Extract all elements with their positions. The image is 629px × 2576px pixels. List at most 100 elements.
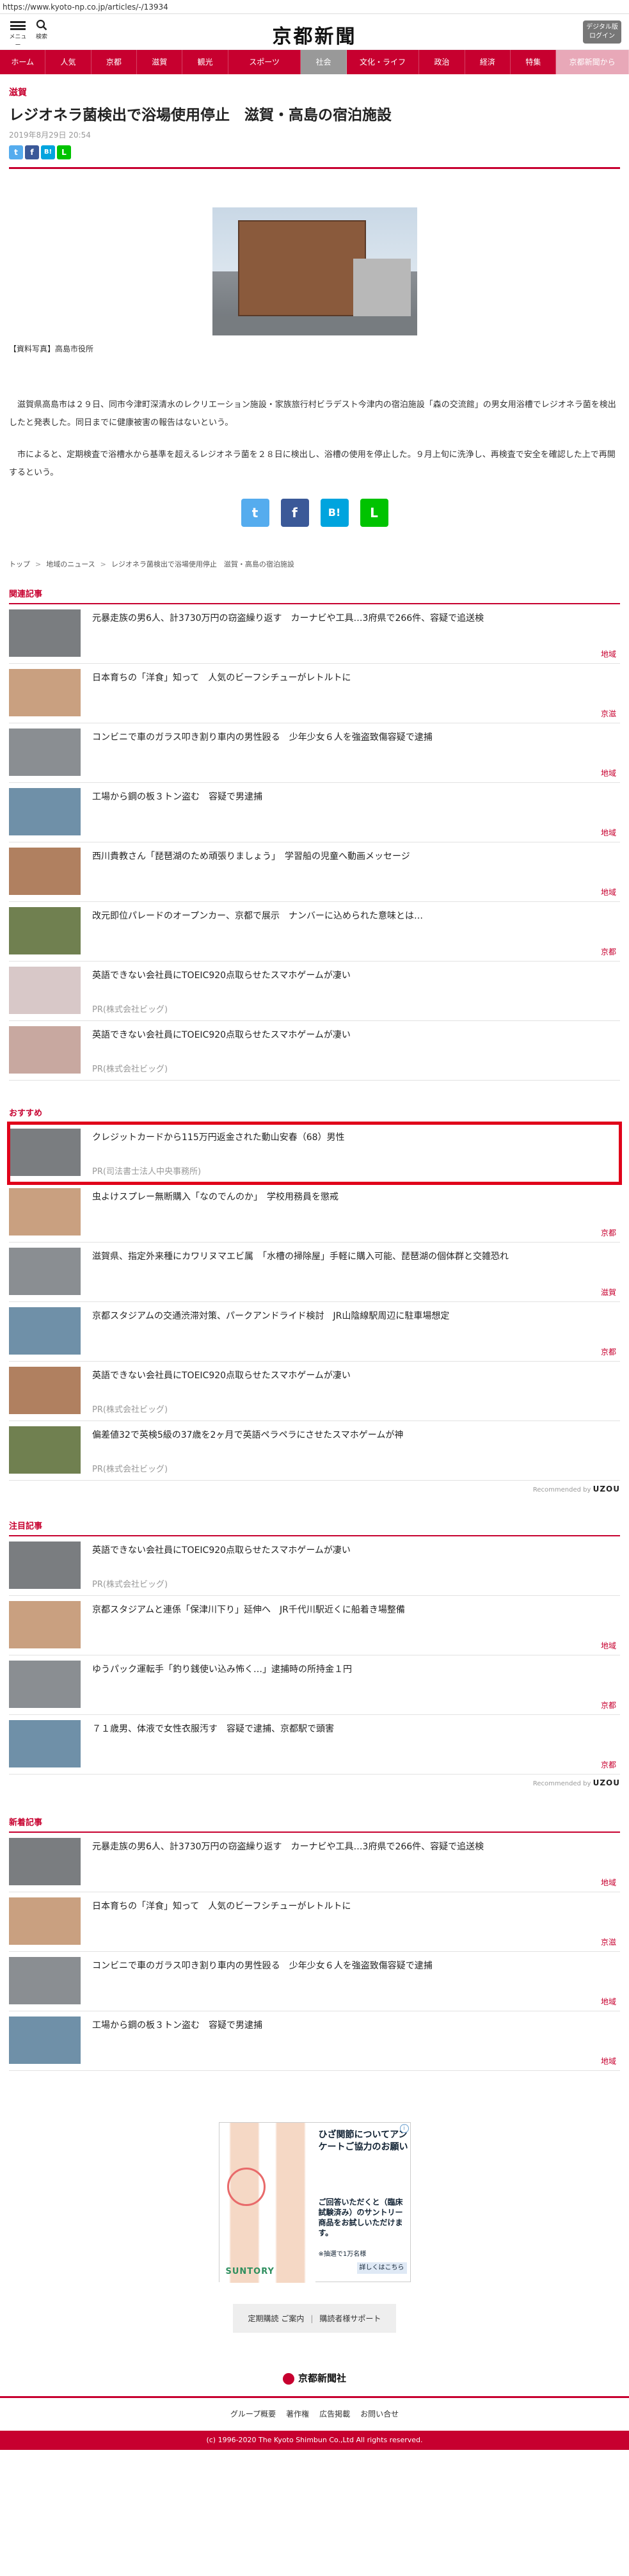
list-item[interactable]: 日本育ちの「洋食」知って 人気のビーフシチューがレトルトに京滋 bbox=[9, 1892, 620, 1952]
item-category[interactable]: 京都 bbox=[601, 1759, 616, 1770]
thumbnail-image[interactable] bbox=[9, 1188, 81, 1236]
recommended-by[interactable]: Recommended by UZOU bbox=[9, 1485, 620, 1493]
recommended-by[interactable]: Recommended by UZOU bbox=[9, 1778, 620, 1787]
item-title[interactable]: 京都スタジアムと連係「保津川下り」延伸へ JR千代川駅近くに船着き場整備 bbox=[92, 1604, 405, 1655]
list-item[interactable]: 工場から鋼の板３トン盗む 容疑で男逮捕地域 bbox=[9, 783, 620, 842]
item-title[interactable]: ７１歳男、体液で女性衣服汚す 容疑で逮捕、京都駅で頭害 bbox=[92, 1723, 334, 1774]
list-item[interactable]: 虫よけスプレー無断購入「なのでんのか」 学校用務員を懲戒京都 bbox=[9, 1183, 620, 1243]
thumbnail-image[interactable] bbox=[9, 1129, 81, 1176]
item-title[interactable]: ゆうパック運転手「釣り銭使い込み怖く…」逮捕時の所持金１円 bbox=[92, 1663, 352, 1714]
nav-home[interactable]: ホーム bbox=[0, 50, 46, 74]
list-item[interactable]: 日本育ちの「洋食」知って 人気のビーフシチューがレトルトに京滋 bbox=[9, 664, 620, 723]
nav-economy[interactable]: 経済 bbox=[465, 50, 511, 74]
thumbnail-image[interactable] bbox=[9, 1720, 81, 1767]
ad-detail-button[interactable]: 詳しくはこちら bbox=[356, 2262, 407, 2274]
nav-kyoto[interactable]: 京都 bbox=[92, 50, 138, 74]
list-item[interactable]: 西川貴教さん「琵琶湖のため頑張りましょう」 学習船の児童へ動画メッセージ地域 bbox=[9, 842, 620, 902]
item-title[interactable]: 虫よけスプレー無断購入「なのでんのか」 学校用務員を懲戒 bbox=[92, 1191, 338, 1242]
thumbnail-image[interactable] bbox=[9, 1307, 81, 1355]
item-title[interactable]: 工場から鋼の板３トン盗む 容疑で男逮捕 bbox=[92, 2019, 262, 2070]
item-category[interactable]: 京都 bbox=[601, 1346, 616, 1357]
thumbnail-image[interactable] bbox=[9, 1957, 81, 2004]
digital-login-button[interactable]: デジタル版 ログイン bbox=[583, 20, 621, 44]
breadcrumb-local[interactable]: 地域のニュース bbox=[46, 560, 95, 568]
nav-popular[interactable]: 人気 bbox=[45, 50, 92, 74]
address-bar-url[interactable]: https://www.kyoto-np.co.jp/articles/-/13… bbox=[0, 0, 629, 14]
footer-link-contact[interactable]: お問い合せ bbox=[360, 2410, 399, 2419]
item-category[interactable]: 地域 bbox=[601, 1996, 616, 2007]
item-title[interactable]: 工場から鋼の板３トン盗む 容疑で男逮捕 bbox=[92, 791, 262, 842]
thumbnail-image[interactable] bbox=[9, 848, 81, 895]
article-photo[interactable] bbox=[212, 207, 417, 335]
item-category[interactable]: 京都 bbox=[601, 946, 616, 957]
item-title[interactable]: 元暴走族の男6人、計3730万円の窃盗繰り返す カーナビや工具…3府県で266件… bbox=[92, 612, 484, 663]
footer-link-copyright[interactable]: 著作権 bbox=[286, 2410, 309, 2419]
item-category[interactable]: 滋賀 bbox=[601, 1287, 616, 1298]
facebook-share-icon[interactable]: f bbox=[280, 499, 309, 527]
footer-link-ads[interactable]: 広告掲載 bbox=[319, 2410, 350, 2419]
list-item[interactable]: 英語できない会社員にTOEIC920点取らせたスマホゲームが凄い PR(株式会社ビ… bbox=[9, 962, 620, 1021]
twitter-share-icon[interactable]: t bbox=[241, 499, 269, 527]
thumbnail-image[interactable] bbox=[9, 609, 81, 657]
site-logo[interactable]: 京都新聞 bbox=[0, 20, 629, 49]
nav-from-kyoto-np[interactable]: 京都新聞から bbox=[556, 50, 629, 74]
item-category[interactable]: 地域 bbox=[601, 827, 616, 838]
nav-culture[interactable]: 文化・ライフ bbox=[347, 50, 420, 74]
article-category[interactable]: 滋賀 bbox=[9, 86, 620, 99]
list-item[interactable]: ゆうパック運転手「釣り銭使い込み怖く…」逮捕時の所持金１円京都 bbox=[9, 1655, 620, 1715]
nav-sports[interactable]: スポーツ bbox=[228, 50, 301, 74]
list-item[interactable]: 英語できない会社員にTOEIC920点取らせたスマホゲームが凄い PR(株式会社ビ… bbox=[9, 1021, 620, 1081]
list-item[interactable]: ７１歳男、体液で女性衣服汚す 容疑で逮捕、京都駅で頭害京都 bbox=[9, 1715, 620, 1775]
thumbnail-image[interactable] bbox=[9, 1838, 81, 1885]
list-item[interactable]: コンビニで車のガラス叩き割り車内の男性殴る 少年少女６人を強盗致傷容疑で逮捕 地域 bbox=[9, 1952, 620, 2011]
thumbnail-image[interactable] bbox=[9, 729, 81, 776]
list-item[interactable]: 偏差値32で英検5級の37歳を2ヶ月で英語ペラペラにさせたスマホゲームが神 PR(… bbox=[9, 1421, 620, 1481]
thumbnail-image[interactable] bbox=[9, 1426, 81, 1474]
item-category[interactable]: 京滋 bbox=[601, 708, 616, 719]
thumbnail-image[interactable] bbox=[9, 1026, 81, 1074]
thumbnail-image[interactable] bbox=[9, 1601, 81, 1648]
item-title[interactable]: 西川貴教さん「琵琶湖のため頑張りましょう」 学習船の児童へ動画メッセージ bbox=[92, 850, 410, 901]
subscriber-support-link[interactable]: 購読者様サポート bbox=[319, 2314, 381, 2323]
subscription-guide-link[interactable]: 定期購読 ご案内 bbox=[248, 2314, 305, 2323]
footer-link-group[interactable]: グループ概要 bbox=[230, 2410, 276, 2419]
thumbnail-image[interactable] bbox=[9, 1367, 81, 1414]
item-category[interactable]: 地域 bbox=[601, 2056, 616, 2066]
item-category[interactable]: 京滋 bbox=[601, 1936, 616, 1947]
item-category[interactable]: 地域 bbox=[601, 887, 616, 898]
item-category[interactable]: 地域 bbox=[601, 768, 616, 778]
advertisement[interactable]: SUNTORY ひざ関節についてアンケートご協力のお願い ご回答いただくと（臨床… bbox=[218, 2122, 411, 2283]
footer-logo[interactable]: 京都新聞社 bbox=[9, 2371, 620, 2385]
hatena-share-icon[interactable]: B! bbox=[320, 499, 349, 527]
thumbnail-image[interactable] bbox=[9, 1248, 81, 1295]
item-category[interactable]: 京都 bbox=[601, 1700, 616, 1711]
list-item[interactable]: 京都スタジアムと連係「保津川下り」延伸へ JR千代川駅近くに船着き場整備 地域 bbox=[9, 1596, 620, 1655]
item-title[interactable]: 日本育ちの「洋食」知って 人気のビーフシチューがレトルトに bbox=[92, 672, 351, 723]
item-title[interactable]: 元暴走族の男6人、計3730万円の窃盗繰り返す カーナビや工具…3府県で266件… bbox=[92, 1840, 484, 1892]
list-item[interactable]: 滋賀県、指定外来種にカワリヌマエビ属 「水槽の掃除屋」手軽に購入可能、琵琶湖の個… bbox=[9, 1243, 620, 1302]
list-item[interactable]: 元暴走族の男6人、計3730万円の窃盗繰り返す カーナビや工具…3府県で266件… bbox=[9, 1833, 620, 1892]
list-item[interactable]: 英語できない会社員にTOEIC920点取らせたスマホゲームが凄い PR(株式会社ビ… bbox=[9, 1362, 620, 1421]
thumbnail-image[interactable] bbox=[9, 907, 81, 954]
nav-politics[interactable]: 政治 bbox=[419, 50, 465, 74]
nav-society[interactable]: 社会 bbox=[301, 50, 347, 74]
nav-shiga[interactable]: 滋賀 bbox=[137, 50, 183, 74]
thumbnail-image[interactable] bbox=[9, 669, 81, 716]
adchoices-icon[interactable]: i bbox=[399, 2124, 409, 2133]
hatena-share-icon[interactable]: B! bbox=[41, 145, 55, 159]
item-category[interactable]: 京都 bbox=[601, 1227, 616, 1238]
thumbnail-image[interactable] bbox=[9, 788, 81, 835]
list-item[interactable]: 工場から鋼の板３トン盗む 容疑で男逮捕地域 bbox=[9, 2011, 620, 2071]
list-item[interactable]: 改元即位パレードのオープンカー、京都で展示 ナンバーに込められた意味とは… 京都 bbox=[9, 902, 620, 962]
line-share-icon[interactable]: L bbox=[57, 145, 71, 159]
thumbnail-image[interactable] bbox=[9, 1661, 81, 1708]
line-share-icon[interactable]: L bbox=[360, 499, 388, 527]
item-title[interactable]: 京都スタジアムの交通渋滞対策、パークアンドライド検討 JR山陰線駅周辺に駐車場想… bbox=[92, 1310, 449, 1361]
list-item[interactable]: コンビニで車のガラス叩き割り車内の男性殴る 少年少女６人を強盗致傷容疑で逮捕地域 bbox=[9, 723, 620, 783]
item-category[interactable]: 地域 bbox=[601, 1877, 616, 1888]
facebook-share-icon[interactable]: f bbox=[25, 145, 39, 159]
item-title[interactable]: 改元即位パレードのオープンカー、京都で展示 ナンバーに込められた意味とは… bbox=[92, 910, 423, 961]
nav-feature[interactable]: 特集 bbox=[511, 50, 557, 74]
item-title[interactable]: コンビニで車のガラス叩き割り車内の男性殴る 少年少女６人を強盗致傷容疑で逮捕 bbox=[92, 731, 433, 782]
item-title[interactable]: 日本育ちの「洋食」知って 人気のビーフシチューがレトルトに bbox=[92, 1900, 351, 1951]
